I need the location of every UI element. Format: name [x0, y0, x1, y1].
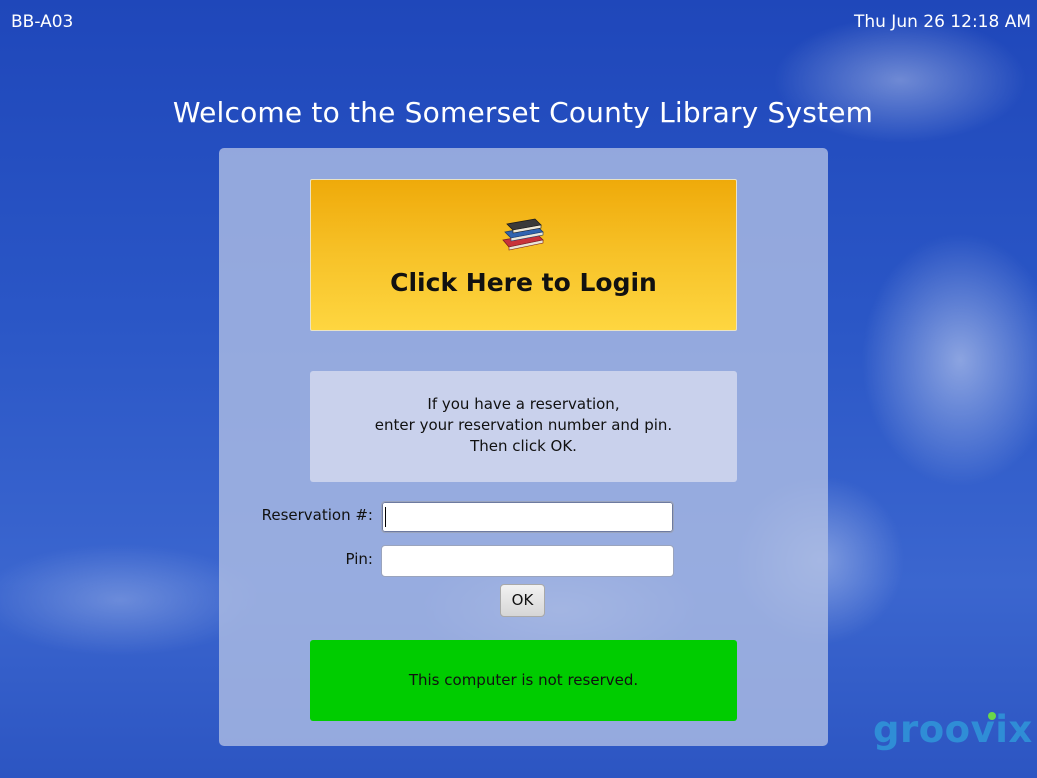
text-caret: [385, 507, 386, 527]
instructions-line-2: enter your reservation number and pin.: [374, 416, 673, 434]
login-button[interactable]: Click Here to Login: [310, 179, 737, 331]
reservation-number-input[interactable]: [381, 501, 674, 533]
instructions-line-1: If you have a reservation,: [427, 395, 620, 413]
ok-button[interactable]: OK: [500, 584, 545, 617]
reservation-status: This computer is not reserved.: [310, 640, 737, 721]
instructions-line-3: Then click OK.: [470, 437, 577, 455]
pin-input[interactable]: [381, 545, 674, 577]
reservation-number-label: Reservation #:: [261, 506, 373, 524]
logo-dot-icon: [988, 712, 996, 720]
login-panel: Click Here to Login If you have a reserv…: [219, 148, 828, 746]
pin-label: Pin:: [345, 550, 373, 568]
date-time: Thu Jun 26 12:18 AM: [853, 12, 1031, 32]
login-button-label: Click Here to Login: [390, 268, 657, 297]
welcome-title: Welcome to the Somerset County Library S…: [172, 96, 874, 129]
station-id: BB-A03: [11, 12, 74, 32]
reservation-instructions: If you have a reservation, enter your re…: [310, 371, 737, 482]
groovix-logo: groovix: [873, 708, 1033, 751]
books-icon: [502, 218, 544, 251]
